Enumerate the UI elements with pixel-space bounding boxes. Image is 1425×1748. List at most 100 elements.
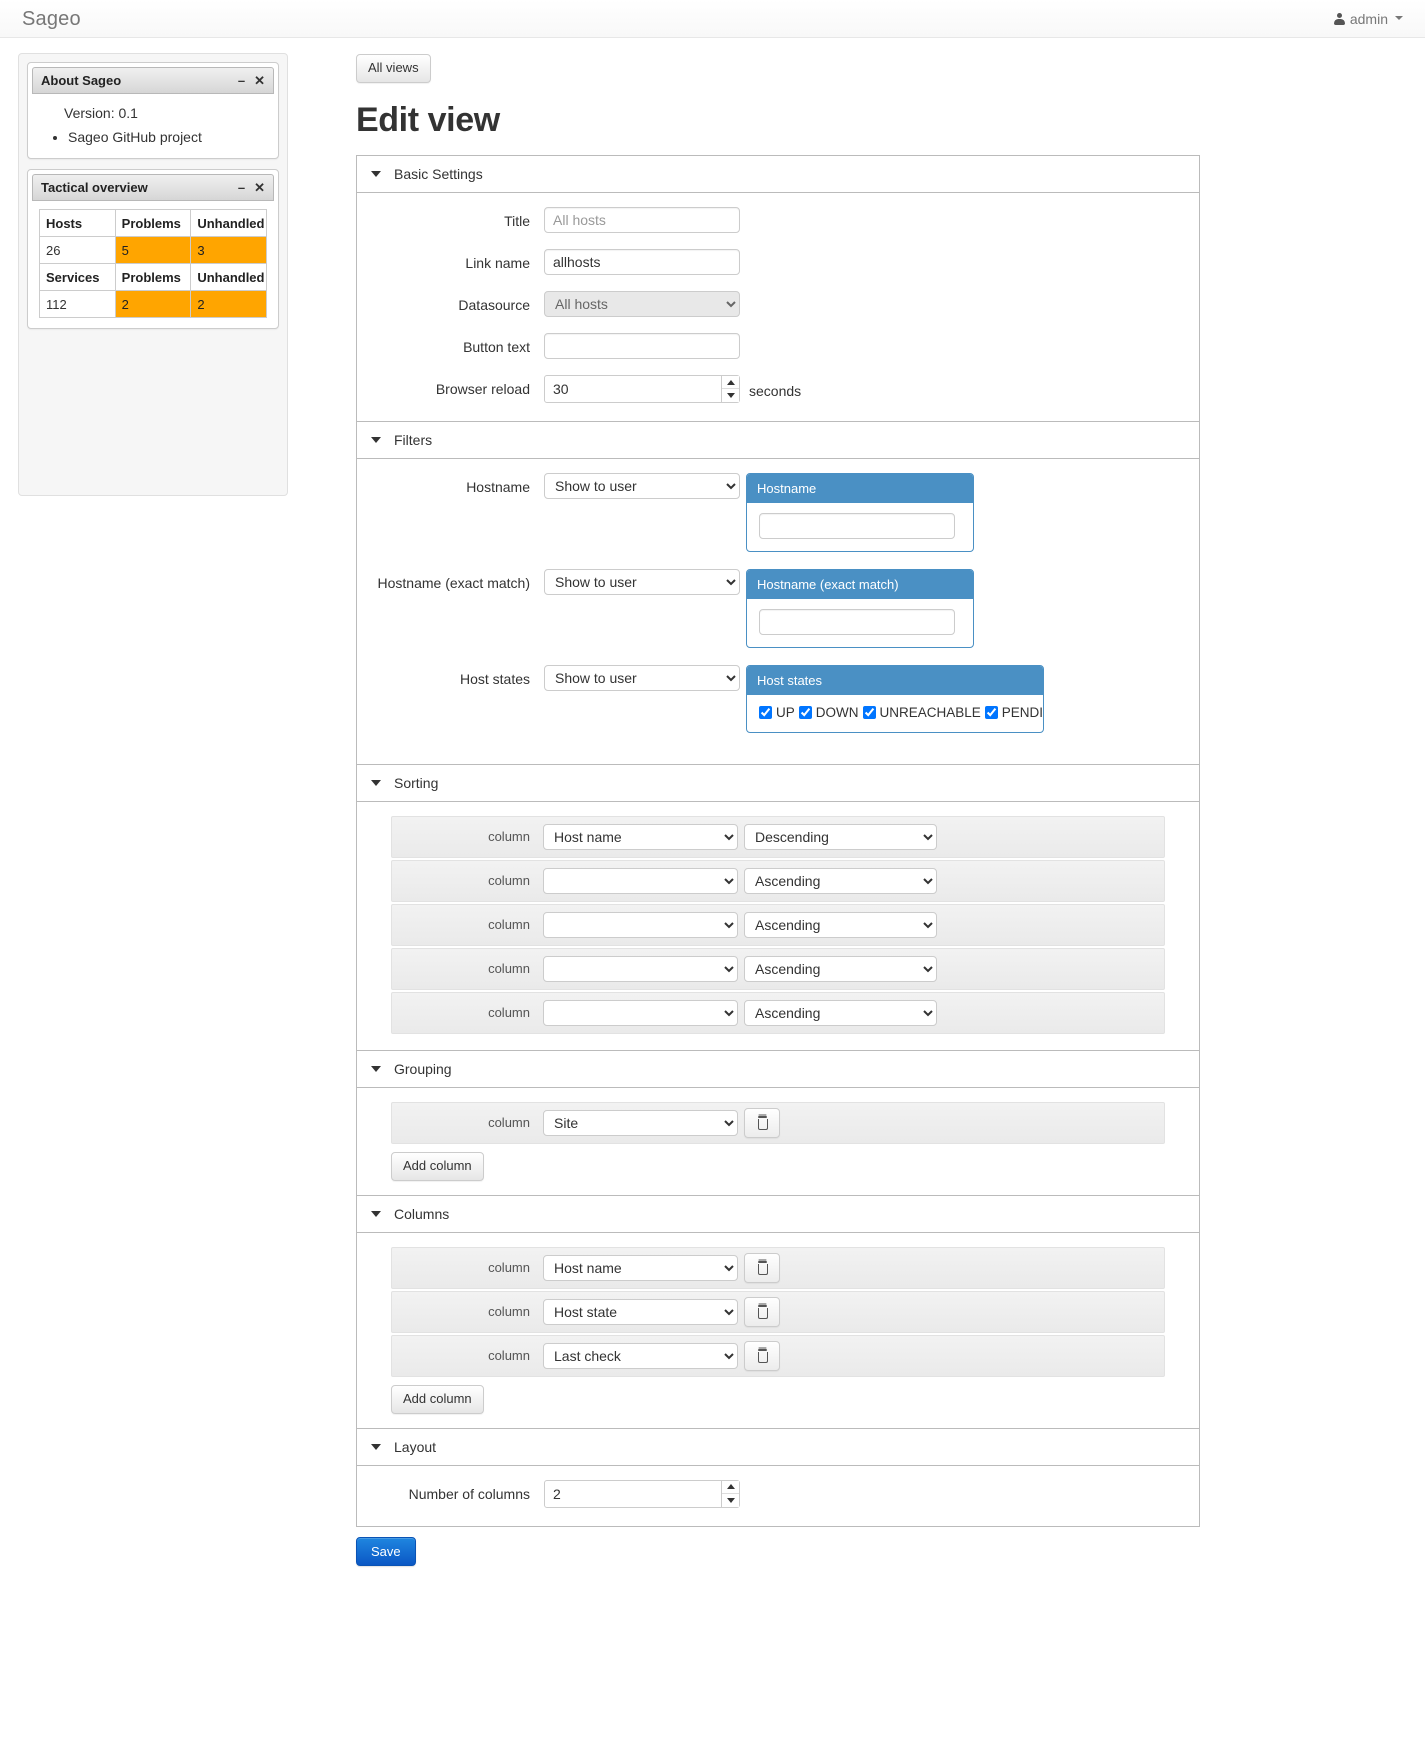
sorting-direction-select[interactable]: Ascending (744, 867, 937, 894)
hosts-unhandled[interactable]: 3 (190, 236, 267, 264)
columns-column-select[interactable]: Host name (543, 1254, 738, 1281)
chevron-down-icon[interactable] (371, 1210, 381, 1217)
filter-panel-hostname: Hostname (746, 472, 974, 552)
field-row-number-of-columns: Number of columns (357, 1479, 1199, 1508)
stepper-down-icon[interactable] (722, 389, 739, 402)
delete-row-button[interactable] (744, 1340, 780, 1371)
host-state-unreachable-checkbox[interactable] (862, 705, 876, 719)
filter-host-states-mode-select[interactable]: Show to user (544, 664, 740, 691)
close-icon[interactable]: ✕ (254, 181, 265, 194)
filter-hostname-mode-select[interactable]: Show to user (544, 472, 740, 499)
all-views-button[interactable]: All views (356, 54, 431, 83)
chevron-down-icon[interactable] (371, 1065, 381, 1072)
minimize-icon[interactable]: – (238, 181, 245, 194)
datasource-select[interactable]: All hosts (544, 290, 740, 317)
user-menu[interactable]: admin (1333, 11, 1403, 27)
host-state-down-checkbox[interactable] (798, 705, 812, 719)
chevron-down-icon[interactable] (371, 1443, 381, 1450)
drag-handle[interactable]: column (400, 873, 543, 888)
browser-reload-unit: seconds (749, 383, 802, 400)
panel-sorting-header[interactable]: Sorting (357, 764, 1199, 802)
sorting-direction-select[interactable]: Ascending (744, 955, 937, 982)
number-of-columns-input[interactable] (544, 1479, 740, 1508)
drag-handle[interactable]: column (400, 1348, 543, 1363)
sorting-direction-select[interactable]: Descending (744, 823, 937, 850)
panel-grouping-header[interactable]: Grouping (357, 1050, 1199, 1088)
sorting-column-select[interactable] (543, 955, 738, 982)
sorting-column-select[interactable] (543, 911, 738, 938)
list-item[interactable]: Sageo GitHub project (68, 127, 272, 148)
host-state-up[interactable]: UP (759, 705, 795, 720)
drag-handle[interactable]: column (400, 1005, 543, 1020)
widget-about-sageo: About Sageo – ✕ Version: 0.1 Sageo GitHu… (27, 62, 279, 159)
button-text-input[interactable] (544, 332, 740, 359)
host-state-down-label: DOWN (815, 704, 859, 720)
panel-basic-settings-title: Basic Settings (394, 165, 483, 182)
save-button[interactable]: Save (356, 1536, 416, 1566)
stepper-up-icon[interactable] (722, 376, 739, 390)
services-problems[interactable]: 2 (114, 290, 192, 318)
chevron-down-icon[interactable] (371, 170, 381, 177)
columns-column-select[interactable]: Host state (543, 1298, 738, 1325)
label-filter-hostname: Hostname (466, 478, 530, 495)
link-name-input[interactable] (544, 248, 740, 275)
chevron-down-icon[interactable] (371, 436, 381, 443)
chevron-down-icon[interactable] (371, 779, 381, 786)
drag-handle[interactable]: column (400, 1260, 543, 1275)
delete-row-button[interactable] (744, 1252, 780, 1283)
browser-reload-stepper[interactable] (544, 374, 740, 403)
close-icon[interactable]: ✕ (254, 74, 265, 87)
host-state-down[interactable]: DOWN (798, 704, 859, 720)
host-state-unreachable[interactable]: UNREACHABLE (862, 705, 981, 720)
sorting-direction-select[interactable]: Ascending (744, 911, 937, 938)
drag-handle[interactable]: column (400, 829, 543, 844)
panel-columns-header[interactable]: Columns (357, 1195, 1199, 1233)
sorting-row: column Ascending (391, 947, 1165, 990)
sorting-column-select[interactable] (543, 867, 738, 894)
host-state-up-checkbox[interactable] (759, 705, 772, 719)
browser-reload-input[interactable] (544, 374, 740, 403)
widget-about-header: About Sageo – ✕ (32, 67, 274, 94)
sorting-row: column Ascending (391, 991, 1165, 1034)
filter-hostname-input[interactable] (759, 512, 955, 539)
filter-panel-hostname-exact-title: Hostname (exact match) (747, 569, 973, 599)
col-header-problems: Problems (114, 263, 192, 291)
delete-row-button[interactable] (744, 1296, 780, 1327)
grouping-add-column-button[interactable]: Add column (391, 1151, 484, 1181)
drag-handle[interactable]: column (400, 917, 543, 932)
host-state-pending[interactable]: PENDING (984, 705, 1043, 720)
drag-handle[interactable]: column (400, 961, 543, 976)
host-state-pending-checkbox[interactable] (984, 705, 998, 719)
about-version-text: Version: 0.1 (64, 105, 138, 121)
minimize-icon[interactable]: – (238, 74, 245, 87)
hosts-problems[interactable]: 5 (114, 236, 192, 264)
stepper-down-icon[interactable] (722, 1494, 739, 1507)
delete-row-button[interactable] (744, 1107, 780, 1138)
filter-hostname-exact-input[interactable] (759, 608, 955, 635)
label-filter-host-states: Host states (459, 670, 530, 687)
app-brand[interactable]: Sageo (22, 9, 81, 29)
trash-icon (757, 1305, 768, 1320)
panel-filters-header[interactable]: Filters (357, 421, 1199, 459)
panel-layout-header[interactable]: Layout (357, 1428, 1199, 1466)
panel-filters-body: Hostname Show to user Hostname Hostname … (357, 459, 1199, 764)
columns-column-select[interactable]: Last check (543, 1342, 738, 1369)
number-of-columns-stepper[interactable] (544, 1479, 740, 1508)
panel-sorting-title: Sorting (394, 774, 439, 791)
sorting-column-select[interactable] (543, 999, 738, 1026)
columns-add-column-button[interactable]: Add column (391, 1384, 484, 1414)
drag-handle[interactable]: column (400, 1115, 543, 1130)
github-project-link[interactable]: Sageo GitHub project (68, 129, 202, 145)
services-unhandled[interactable]: 2 (190, 290, 267, 318)
stepper-up-icon[interactable] (722, 1481, 739, 1495)
sorting-column-select[interactable]: Host name (543, 823, 738, 850)
sorting-direction-select[interactable]: Ascending (744, 999, 937, 1026)
drag-handle[interactable]: column (400, 1304, 543, 1319)
sidebar: About Sageo – ✕ Version: 0.1 Sageo GitHu… (18, 53, 288, 496)
sorting-rows: column Host name Descending column Ascen… (357, 815, 1199, 1034)
trash-icon (757, 1349, 768, 1364)
grouping-column-select[interactable]: Site (543, 1109, 738, 1136)
filter-hostname-exact-mode-select[interactable]: Show to user (544, 568, 740, 595)
panel-basic-settings-header[interactable]: Basic Settings (357, 155, 1199, 193)
title-input[interactable] (544, 206, 740, 233)
